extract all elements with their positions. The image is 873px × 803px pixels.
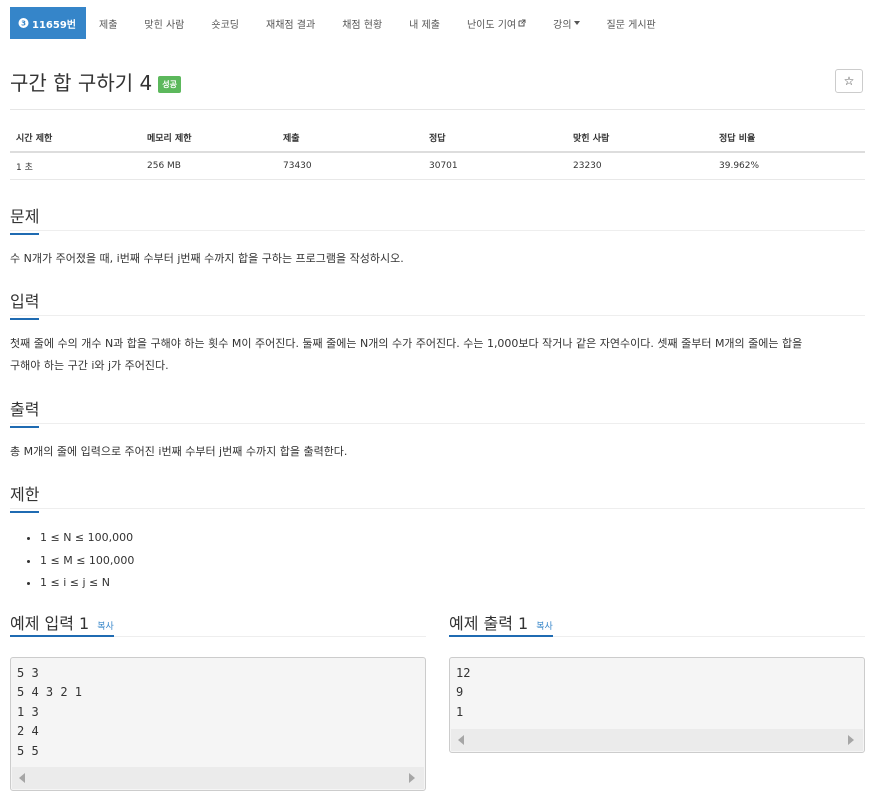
description-section: 문제 xyxy=(10,203,865,235)
info-solved-users: 23230 xyxy=(573,161,602,171)
sample-input-scrollbar[interactable] xyxy=(12,767,424,789)
sample-output-line: 1 xyxy=(456,704,464,719)
sample-output-line: 12 xyxy=(456,666,471,680)
sample-output-underline xyxy=(449,635,553,637)
sample-input-divider xyxy=(114,636,426,637)
limits-divider xyxy=(10,508,865,509)
input-section: 입력 xyxy=(10,288,865,320)
nav-question-board-label: 질문 게시판 xyxy=(606,19,656,31)
sample-output-line: 9 xyxy=(456,685,464,700)
description-divider xyxy=(10,230,865,231)
copy-sample-input-button[interactable]: 복사 xyxy=(97,619,114,632)
input-text-line-1: 첫째 줄에 수의 개수 N과 합을 구해야 하는 횟수 M이 주어진다. 둘째 … xyxy=(10,337,803,350)
scroll-right-icon[interactable] xyxy=(848,735,854,745)
sample-output-title: 예제 출력 1 xyxy=(449,614,529,633)
info-header-accept-ratio: 정답 비율 xyxy=(719,134,756,144)
sample-input-heading: 예제 입력 1 복사 xyxy=(10,610,114,634)
star-icon: ☆ xyxy=(843,74,855,88)
svg-text:3: 3 xyxy=(21,20,26,28)
output-divider xyxy=(10,423,865,424)
sample-input-line: 5 4 3 2 1 xyxy=(17,685,83,700)
nav-short-coding-label: 숏코딩 xyxy=(211,19,239,31)
sample-input-underline xyxy=(10,635,114,637)
description-text: 수 N개가 주어졌을 때, i번째 수부터 j번째 수까지 합을 구하는 프로그… xyxy=(10,252,404,265)
shield-icon: 3 xyxy=(18,18,29,28)
info-table-header: 시간 제한 메모리 제한 제출 정답 맞힌 사람 정답 비율 xyxy=(10,124,865,153)
nav-lectures-label: 강의 xyxy=(553,19,572,31)
sample-output-box[interactable]: 12 9 1 xyxy=(449,657,865,753)
input-divider xyxy=(10,315,865,316)
sample-input-box[interactable]: 5 3 5 4 3 2 1 1 3 2 4 5 5 xyxy=(10,657,426,791)
info-accepted: 30701 xyxy=(429,161,458,171)
scroll-right-icon[interactable] xyxy=(409,773,415,783)
sample-output-divider xyxy=(553,636,865,637)
nav-judge-status[interactable]: 채점 현황 xyxy=(342,16,382,31)
limit-item: 1 ≤ N ≤ 100,000 xyxy=(40,527,134,550)
info-accept-ratio: 39.962% xyxy=(719,161,760,171)
nav-question-board[interactable]: 질문 게시판 xyxy=(607,16,656,31)
nav-my-submissions-label: 내 제출 xyxy=(409,19,440,31)
info-header-time-limit: 시간 제한 xyxy=(16,134,53,144)
scroll-left-icon[interactable] xyxy=(19,773,25,783)
nav-submit[interactable]: 제출 xyxy=(99,16,117,31)
favorite-star-button[interactable]: ☆ xyxy=(835,69,863,93)
sample-input-line: 5 5 xyxy=(17,743,39,758)
input-text-line-2: 구해야 하는 구간 i와 j가 주어진다. xyxy=(10,359,169,372)
limits-section: 제한 xyxy=(10,481,865,513)
info-memory-limit: 256 MB xyxy=(147,161,181,171)
info-header-accepted: 정답 xyxy=(429,134,446,144)
info-header-solved-users: 맞힌 사람 xyxy=(573,134,610,144)
info-submissions: 73430 xyxy=(283,161,312,171)
nav-short-coding[interactable]: 숏코딩 xyxy=(211,16,239,31)
output-section: 출력 xyxy=(10,396,865,428)
external-link-icon xyxy=(518,19,526,27)
sample-input-line: 5 3 xyxy=(17,666,39,680)
result-badge: 성공 xyxy=(158,76,181,93)
nav-rejudge-results[interactable]: 재채점 결과 xyxy=(266,16,315,31)
sample-input-line: 1 3 xyxy=(17,704,39,719)
sample-input-line: 2 4 xyxy=(17,724,39,739)
sample-output-heading: 예제 출력 1 복사 xyxy=(449,610,553,634)
info-time-limit: 1 초 xyxy=(16,162,33,173)
limit-item: 1 ≤ M ≤ 100,000 xyxy=(40,550,134,573)
limits-list: 1 ≤ N ≤ 100,000 1 ≤ M ≤ 100,000 1 ≤ i ≤ … xyxy=(10,527,134,595)
nav-solved-users-label: 맞힌 사람 xyxy=(144,19,185,31)
problem-info-table: 시간 제한 메모리 제한 제출 정답 맞힌 사람 정답 비율 1 초 256 M… xyxy=(10,124,865,180)
input-text: 첫째 줄에 수의 개수 N과 합을 구해야 하는 횟수 M이 주어진다. 둘째 … xyxy=(10,333,865,377)
problem-page: 3 11659번 제출 맞힌 사람 숏코딩 재채점 결과 채점 현황 내 제출 … xyxy=(0,0,873,803)
title-divider xyxy=(10,109,865,110)
sample-input-title: 예제 입력 1 xyxy=(10,614,90,633)
nav-submit-label: 제출 xyxy=(99,19,118,31)
copy-sample-output-button[interactable]: 복사 xyxy=(536,619,553,632)
nav-difficulty-contribution-label: 난이도 기여 xyxy=(466,19,517,31)
sample-output-scrollbar[interactable] xyxy=(451,729,863,751)
nav-judge-status-label: 채점 현황 xyxy=(342,19,383,31)
nav-problem-number[interactable]: 3 11659번 xyxy=(10,7,86,39)
info-table-row: 1 초 256 MB 73430 30701 23230 39.962% xyxy=(10,153,865,180)
nav-rejudge-results-label: 재채점 결과 xyxy=(266,19,316,31)
problem-nav: 3 11659번 제출 맞힌 사람 숏코딩 재채점 결과 채점 현황 내 제출 … xyxy=(10,7,683,39)
nav-lectures[interactable]: 강의 xyxy=(553,16,580,31)
caret-down-icon xyxy=(573,21,580,25)
limit-item: 1 ≤ i ≤ j ≤ N xyxy=(40,572,134,595)
scroll-left-icon[interactable] xyxy=(458,735,464,745)
info-header-memory-limit: 메모리 제한 xyxy=(147,134,192,144)
problem-title-row: 구간 합 구하기 4 성공 xyxy=(10,67,181,96)
nav-my-submissions[interactable]: 내 제출 xyxy=(409,16,440,31)
problem-title: 구간 합 구하기 4 xyxy=(10,71,153,95)
output-text: 총 M개의 줄에 입력으로 주어진 i번째 수부터 j번째 수까지 합을 출력한… xyxy=(10,445,348,458)
info-header-submissions: 제출 xyxy=(283,134,300,144)
nav-problem-number-label: 11659번 xyxy=(32,19,76,31)
nav-difficulty-contribution[interactable]: 난이도 기여 xyxy=(467,16,526,31)
nav-solved-users[interactable]: 맞힌 사람 xyxy=(144,16,184,31)
